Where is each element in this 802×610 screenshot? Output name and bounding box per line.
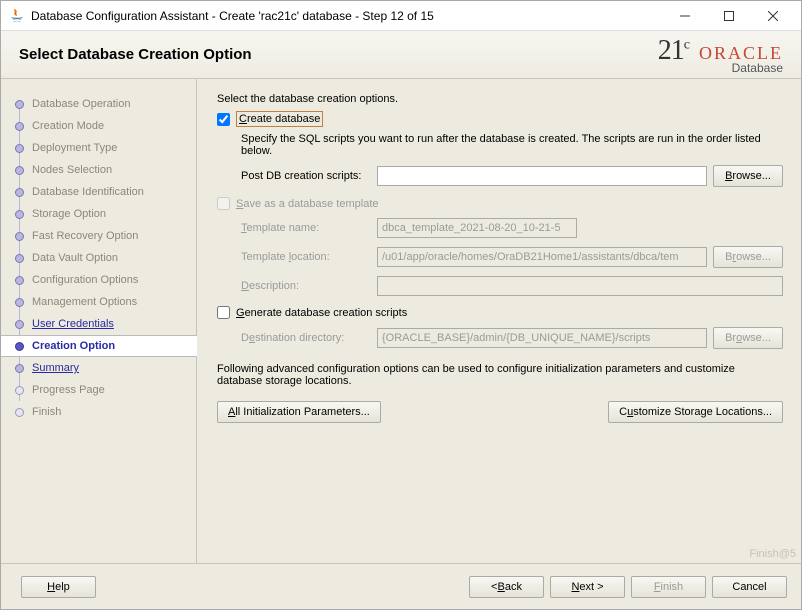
destination-directory-label: Destination directory: <box>241 332 377 344</box>
create-database-label: Create database <box>236 111 323 127</box>
post-db-scripts-input[interactable] <box>377 166 707 186</box>
window-minimize-button[interactable] <box>663 2 707 30</box>
wizard-footer: Help < Back Next > Finish Cancel <box>1 563 801 609</box>
wizard-step-label: Progress Page <box>32 384 105 396</box>
wizard-step-node-icon <box>15 144 24 153</box>
all-init-params-button[interactable]: All Initialization Parameters... <box>217 401 381 423</box>
wizard-steps-sidebar: Database Operation Creation Mode Deploymen… <box>1 79 197 563</box>
post-db-scripts-browse-button[interactable]: Browse... <box>713 165 783 187</box>
generate-scripts-option[interactable]: Generate database creation scripts <box>217 306 783 319</box>
customize-storage-button[interactable]: Customize Storage Locations... <box>608 401 783 423</box>
wizard-step-node-icon <box>15 276 24 285</box>
destination-directory-input <box>377 328 707 348</box>
wizard-step-13: Progress Page <box>1 379 196 401</box>
window-title: Database Configuration Assistant - Creat… <box>31 9 663 23</box>
template-description-input <box>377 276 783 296</box>
wizard-step-label: Database Operation <box>32 98 130 110</box>
wizard-step-node-icon <box>15 188 24 197</box>
wizard-step-label: Data Vault Option <box>32 252 118 264</box>
wizard-step-node-icon <box>15 166 24 175</box>
watermark: Finish@5 <box>749 548 796 560</box>
wizard-step-label: Nodes Selection <box>32 164 112 176</box>
cancel-button[interactable]: Cancel <box>712 576 787 598</box>
wizard-step-label: Creation Mode <box>32 120 104 132</box>
wizard-step-9: Management Options <box>1 291 196 313</box>
wizard-step-label: Creation Option <box>32 340 115 352</box>
wizard-step-node-icon <box>15 100 24 109</box>
template-name-input <box>377 218 577 238</box>
help-button[interactable]: Help <box>21 576 96 598</box>
wizard-step-node-icon <box>15 386 24 395</box>
destination-directory-browse-button: Browse... <box>713 327 783 349</box>
finish-button: Finish <box>631 576 706 598</box>
wizard-step-node-icon <box>15 298 24 307</box>
create-database-desc: Specify the SQL scripts you want to run … <box>241 133 783 157</box>
wizard-step-node-icon <box>15 408 24 417</box>
oracle-logo: 21c ORACLE Database <box>658 35 783 74</box>
next-button[interactable]: Next > <box>550 576 625 598</box>
wizard-step-12[interactable]: Summary <box>1 357 196 379</box>
wizard-step-label: Management Options <box>32 296 137 308</box>
wizard-step-8: Configuration Options <box>1 269 196 291</box>
window-maximize-button[interactable] <box>707 2 751 30</box>
wizard-step-6: Fast Recovery Option <box>1 225 196 247</box>
page-header: Select Database Creation Option 21c ORAC… <box>1 31 801 79</box>
post-db-scripts-label: Post DB creation scripts: <box>241 170 377 182</box>
java-icon <box>9 8 25 24</box>
template-location-browse-button: Browse... <box>713 246 783 268</box>
wizard-step-node-icon <box>15 210 24 219</box>
wizard-step-node-icon <box>15 254 24 263</box>
wizard-step-node-icon <box>15 232 24 241</box>
create-database-checkbox[interactable] <box>217 113 230 126</box>
wizard-step-11[interactable]: Creation Option <box>1 335 197 357</box>
wizard-step-node-icon <box>15 364 24 373</box>
template-location-input <box>377 247 707 267</box>
page-title: Select Database Creation Option <box>19 46 658 63</box>
wizard-step-label: Summary <box>32 362 79 374</box>
wizard-step-10[interactable]: User Credentials <box>1 313 196 335</box>
wizard-step-label: User Credentials <box>32 318 114 330</box>
template-name-label: Template name: <box>241 222 377 234</box>
wizard-step-node-icon <box>15 122 24 131</box>
wizard-step-7: Data Vault Option <box>1 247 196 269</box>
template-location-label: Template location: <box>241 251 377 263</box>
template-description-label: Description: <box>241 280 377 292</box>
wizard-step-node-icon <box>15 342 24 351</box>
generate-scripts-checkbox[interactable] <box>217 306 230 319</box>
generate-scripts-label: Generate database creation scripts <box>236 307 407 319</box>
wizard-step-label: Configuration Options <box>32 274 138 286</box>
wizard-step-label: Database Identification <box>32 186 144 198</box>
wizard-step-label: Finish <box>32 406 61 418</box>
save-template-option: Save as a database template <box>217 197 783 210</box>
wizard-step-14: Finish <box>1 401 196 423</box>
wizard-step-1: Creation Mode <box>1 115 196 137</box>
create-database-option[interactable]: Create database <box>217 111 783 127</box>
wizard-step-2: Deployment Type <box>1 137 196 159</box>
back-button[interactable]: < Back <box>469 576 544 598</box>
main-content: Select the database creation options. Cr… <box>197 79 801 563</box>
wizard-step-3: Nodes Selection <box>1 159 196 181</box>
wizard-step-0: Database Operation <box>1 93 196 115</box>
save-template-checkbox <box>217 197 230 210</box>
section-intro: Select the database creation options. <box>217 93 783 105</box>
wizard-step-label: Deployment Type <box>32 142 117 154</box>
advanced-intro: Following advanced configuration options… <box>217 363 783 387</box>
wizard-step-4: Database Identification <box>1 181 196 203</box>
window-titlebar: Database Configuration Assistant - Creat… <box>1 1 801 31</box>
save-template-label: Save as a database template <box>236 198 379 210</box>
wizard-step-5: Storage Option <box>1 203 196 225</box>
wizard-step-label: Fast Recovery Option <box>32 230 138 242</box>
wizard-step-node-icon <box>15 320 24 329</box>
wizard-step-label: Storage Option <box>32 208 106 220</box>
window-close-button[interactable] <box>751 2 795 30</box>
